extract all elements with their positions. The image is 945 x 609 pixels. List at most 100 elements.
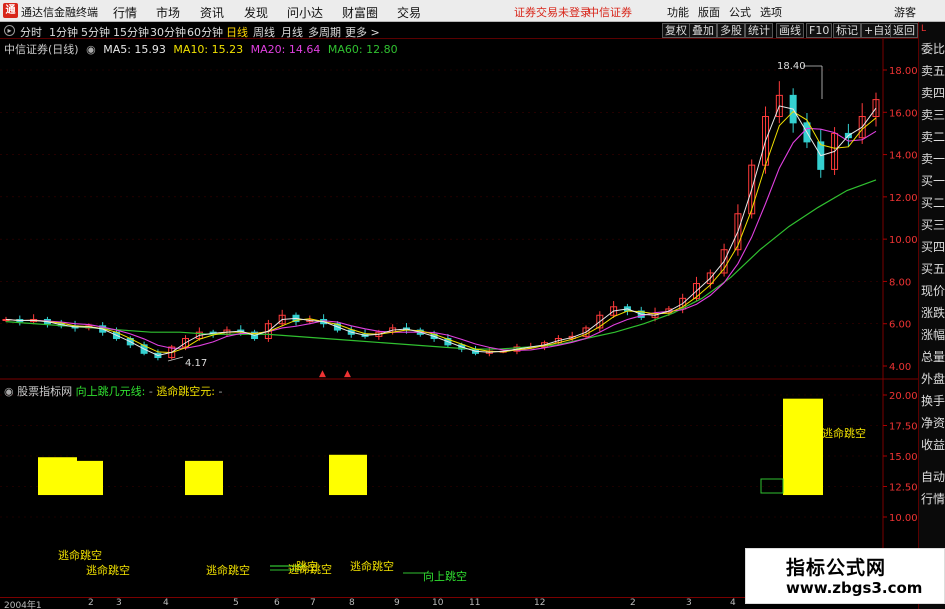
tongji-button[interactable]: 统计: [745, 23, 773, 38]
side-item-5[interactable]: 卖一: [920, 152, 945, 166]
side-item-10[interactable]: 买五: [920, 262, 945, 276]
side-item-12[interactable]: 涨跌: [920, 306, 945, 320]
side-item-18[interactable]: 收益: [920, 438, 945, 452]
period-5min[interactable]: 5分钟: [81, 24, 110, 40]
period-more[interactable]: 更多 >: [345, 24, 380, 40]
menu-jiaoyi[interactable]: 交易: [397, 4, 421, 21]
menu-shichang[interactable]: 市场: [156, 4, 180, 21]
date-tick-6: 7: [310, 598, 316, 608]
side-item-11[interactable]: 现价: [920, 284, 945, 298]
main-y-tick-6: 6.00: [889, 320, 911, 331]
ind-y-tick-4: 10.00: [889, 513, 918, 524]
huaxian-button[interactable]: 画线: [776, 23, 804, 38]
period-15min[interactable]: 15分钟: [113, 24, 149, 40]
side-item-2[interactable]: 卖四: [920, 86, 945, 100]
ma5-line: [5, 105, 877, 356]
menu-wenxiaoda[interactable]: 问小达: [287, 4, 323, 21]
watermark-title: 指标公式网: [786, 557, 887, 579]
main-y-tick-7: 4.00: [889, 362, 911, 373]
indicator-line-up-gap: 向上跳几元线:: [75, 385, 146, 398]
side-item-4[interactable]: 卖二: [920, 130, 945, 144]
indicator-dot-icon[interactable]: ◉: [4, 385, 14, 398]
date-tick-4: 5: [233, 598, 239, 608]
fuquan-button[interactable]: 复权: [662, 23, 690, 38]
quote-side-panel: L 委比 卖五 卖四 卖三 卖二 卖一 买一 买二 买三 买四 买五 现价 涨跌 涨幅 总量 外盘 换手 净资 收益…: [918, 22, 945, 609]
ma5-label: MA5: 15.93: [103, 43, 166, 56]
broker-notice[interactable]: 中信证券: [588, 4, 632, 20]
date-tick-2: 3: [116, 598, 122, 608]
side-item-0[interactable]: 委比: [920, 42, 945, 56]
side-item-1[interactable]: 卖五: [920, 64, 945, 78]
side-item-7[interactable]: 买二: [920, 196, 945, 210]
side-item-15[interactable]: 外盘: [920, 372, 945, 386]
period-monthly[interactable]: 月线: [281, 24, 303, 40]
watermark: 指标公式网 www.zbgs3.com: [745, 548, 945, 604]
indicator-bar-1: [77, 460, 103, 496]
side-item-17[interactable]: 净资: [920, 416, 945, 430]
biaoji-button[interactable]: 标记: [833, 23, 861, 38]
indicator-text-label-3: 逃命跳空: [350, 559, 394, 573]
side-item-14[interactable]: 总量: [920, 350, 945, 364]
menu-hangqing[interactable]: 行情: [113, 4, 137, 21]
side-item-20[interactable]: 行情: [920, 492, 945, 506]
menu-caifuquan[interactable]: 财富圈: [342, 4, 378, 21]
period-multi[interactable]: 多周期: [308, 24, 341, 40]
back-button[interactable]: 返回: [890, 23, 918, 38]
ind-y-tick-3: 12.50: [889, 483, 918, 494]
duogu-button[interactable]: 多股: [717, 23, 745, 38]
period-fenshi[interactable]: 分时: [20, 24, 42, 40]
indicator-text-label-5: 逃命跳空: [822, 426, 866, 440]
login-notice[interactable]: 证券交易未登录: [514, 4, 591, 20]
menu-zixun[interactable]: 资讯: [200, 4, 224, 21]
menu-bar: 通 通达信金融终端 行情 市场 资讯 发现 问小达 财富圈 交易 证券交易未登录…: [0, 0, 945, 22]
side-item-16[interactable]: 换手: [920, 394, 945, 408]
indicator-text-label-7: 跳空: [296, 559, 318, 573]
guest-button[interactable]: 游客: [894, 4, 916, 20]
menu-banmian[interactable]: 版面: [698, 4, 720, 20]
date-tick-13: 3: [686, 598, 692, 608]
ma60-label: MA60: 12.80: [327, 43, 398, 56]
date-tick-7: 8: [349, 598, 355, 608]
f10-button[interactable]: F10: [806, 23, 833, 38]
ind-y-tick-0: 20.00: [889, 391, 918, 402]
main-y-tick-2: 14.00: [889, 151, 918, 162]
indicator-text-label-6: 向上跳空: [423, 569, 467, 583]
app-logo-icon: 通: [3, 3, 18, 18]
menu-gongneng[interactable]: 功能: [667, 4, 689, 20]
indicator-text-label-2: 逃命跳空: [206, 563, 250, 577]
indicator-name[interactable]: 股票指标网: [17, 385, 72, 398]
main-y-tick-1: 16.00: [889, 108, 918, 119]
date-tick-1: 2: [88, 598, 94, 608]
stock-label[interactable]: 中信证券(日线): [4, 43, 79, 56]
side-item-8[interactable]: 买三: [920, 218, 945, 232]
menu-faxian[interactable]: 发现: [244, 4, 268, 21]
diejia-button[interactable]: 叠加: [689, 23, 717, 38]
date-tick-0: 2004年1: [4, 601, 42, 609]
side-item-3[interactable]: 卖三: [920, 108, 945, 122]
side-item-19[interactable]: 自动: [920, 470, 945, 484]
indicator-bar-2: [185, 460, 223, 496]
main-y-tick-5: 8.00: [889, 277, 911, 288]
date-tick-10: 11: [469, 598, 481, 608]
chart-area: 18.00 16.00 14.00 12.00 10.00 8.00 6.00 4.00 18…: [0, 39, 918, 597]
period-toolbar: ▸ 分时 1分钟 5分钟 15分钟 30分钟 60分钟 日线 周线 月线 多周期…: [0, 22, 918, 39]
menu-xuanxiang[interactable]: 选项: [760, 4, 782, 20]
period-daily[interactable]: 日线: [226, 24, 248, 40]
period-30min[interactable]: 30分钟: [150, 24, 186, 40]
side-item-6[interactable]: 买一: [920, 174, 945, 188]
ma-legend: 中信证券(日线) ◉ MA5: 15.93 MA10: 15.23 MA20: …: [4, 41, 402, 57]
ind-y-tick-2: 15.00: [889, 452, 918, 463]
ma10-line: [5, 110, 877, 354]
period-weekly[interactable]: 周线: [253, 24, 275, 40]
side-item-13[interactable]: 涨幅: [920, 328, 945, 342]
ma20-label: MA20: 14.64: [250, 43, 321, 56]
side-item-9[interactable]: 买四: [920, 240, 945, 254]
settings-dot-icon[interactable]: ▸: [4, 25, 15, 36]
high-annotation: 18.40: [777, 61, 806, 72]
period-1min[interactable]: 1分钟: [49, 24, 78, 40]
legend-dot-icon[interactable]: ◉: [86, 43, 96, 56]
chart-svg[interactable]: 18.00 16.00 14.00 12.00 10.00 8.00 6.00 4.00 18…: [0, 39, 918, 597]
menu-gongshi[interactable]: 公式: [729, 4, 751, 20]
main-y-tick-3: 12.00: [889, 193, 918, 204]
period-60min[interactable]: 60分钟: [187, 24, 223, 40]
